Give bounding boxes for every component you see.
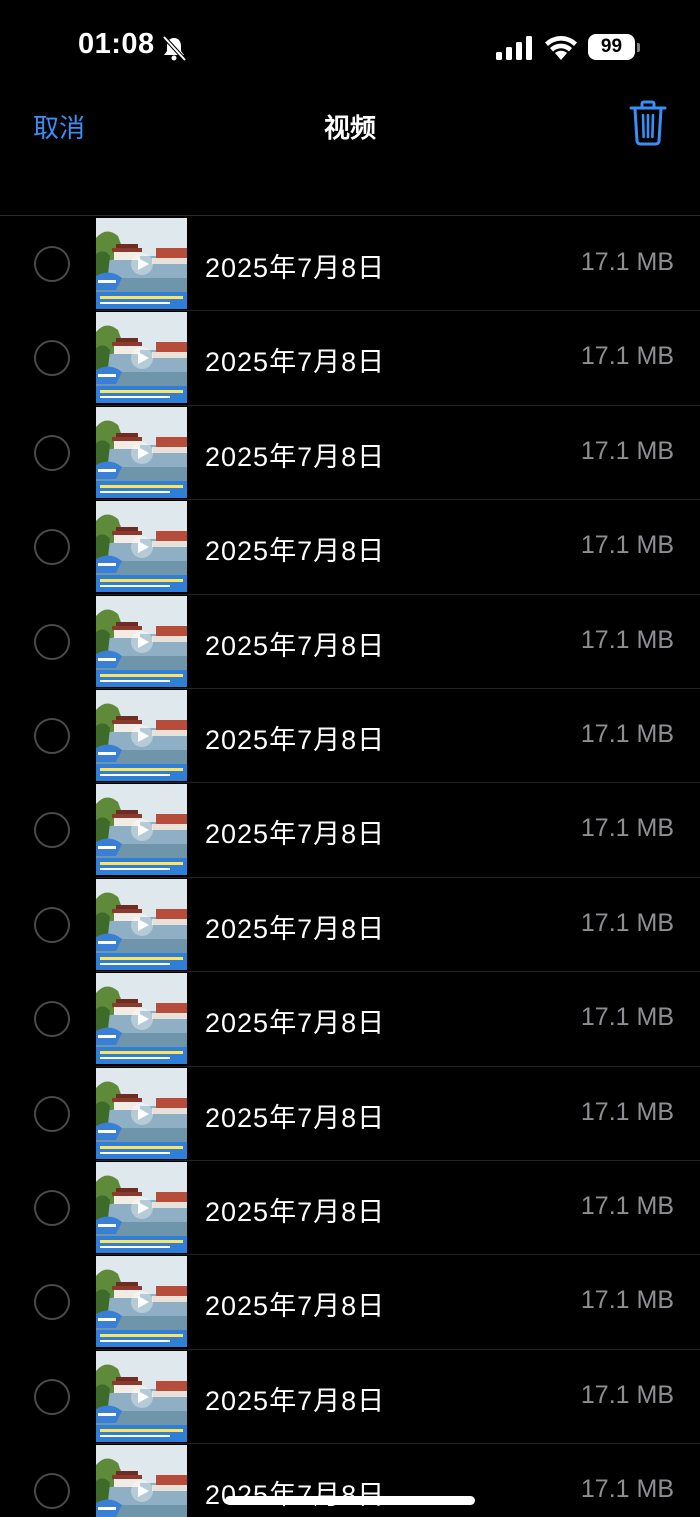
video-size: 17.1 MB: [580, 908, 674, 937]
video-date: 2025年7月8日: [205, 1196, 386, 1227]
screen: 01:08 99 取消 视频 2025年7月8日 17.1 MB 2025年7月…: [0, 0, 700, 1517]
battery-level: 99: [600, 36, 623, 57]
video-row[interactable]: 2025年7月8日 17.1 MB: [0, 311, 700, 407]
video-thumbnail: [96, 595, 187, 687]
video-thumbnail: [96, 1067, 187, 1159]
video-date: 2025年7月8日: [205, 1008, 386, 1039]
video-size: 17.1 MB: [580, 1286, 674, 1315]
select-circle[interactable]: [34, 340, 70, 377]
video-date: 2025年7月8日: [205, 441, 386, 472]
video-thumbnail-image: [96, 1350, 187, 1442]
video-size: 17.1 MB: [580, 436, 674, 465]
video-date: 2025年7月8日: [205, 1102, 386, 1133]
video-row[interactable]: 2025年7月8日 17.1 MB: [0, 1350, 700, 1445]
video-date: 2025年7月8日: [205, 630, 386, 661]
select-circle[interactable]: [34, 529, 70, 566]
nav-bar: 取消 视频: [0, 94, 700, 216]
video-date: 2025年7月8日: [205, 819, 386, 850]
video-row[interactable]: 2025年7月8日 17.1 MB: [0, 217, 700, 312]
video-thumbnail: [96, 689, 187, 781]
video-size: 17.1 MB: [580, 1475, 674, 1504]
select-circle[interactable]: [34, 434, 70, 471]
video-size: 17.1 MB: [580, 625, 674, 654]
video-thumbnail: [96, 1161, 187, 1253]
cellular-signal-icon: [496, 36, 532, 60]
select-circle[interactable]: [34, 1473, 70, 1510]
video-thumbnail-image: [96, 1445, 187, 1517]
video-thumbnail: [96, 973, 187, 1065]
video-date: 2025年7月8日: [205, 724, 386, 755]
video-thumbnail-image: [96, 501, 187, 593]
video-row[interactable]: 2025年7月8日 17.1 MB: [0, 689, 700, 784]
video-thumbnail: [96, 218, 187, 309]
select-circle[interactable]: [34, 1189, 70, 1226]
select-circle[interactable]: [34, 1284, 70, 1321]
video-row[interactable]: 2025年7月8日 17.1 MB: [0, 500, 700, 595]
status-bar: 01:08 99: [0, 0, 700, 94]
video-thumbnail-image: [96, 406, 187, 498]
video-size: 17.1 MB: [580, 719, 674, 748]
video-thumbnail-image: [96, 784, 187, 876]
video-thumbnail-image: [96, 878, 187, 970]
video-thumbnail: [96, 406, 187, 498]
video-thumbnail-image: [96, 218, 187, 309]
wifi-icon: [545, 36, 577, 60]
home-indicator[interactable]: [225, 1496, 475, 1505]
video-thumbnail-image: [96, 595, 187, 687]
select-circle[interactable]: [34, 906, 70, 943]
video-list[interactable]: 2025年7月8日 17.1 MB 2025年7月8日 17.1 MB 2025…: [0, 217, 700, 1517]
video-row[interactable]: 2025年7月8日 17.1 MB: [0, 1255, 700, 1351]
video-thumbnail: [96, 312, 187, 404]
video-row[interactable]: 2025年7月8日 17.1 MB: [0, 595, 700, 690]
select-circle[interactable]: [34, 1095, 70, 1132]
video-date: 2025年7月8日: [205, 536, 386, 567]
video-row[interactable]: 2025年7月8日 17.1 MB: [0, 878, 700, 973]
video-size: 17.1 MB: [580, 342, 674, 371]
trash-icon[interactable]: [628, 100, 668, 146]
video-size: 17.1 MB: [580, 814, 674, 843]
status-time: 01:08: [78, 28, 155, 60]
video-size: 17.1 MB: [580, 1097, 674, 1126]
video-row[interactable]: 2025年7月8日 17.1 MB: [0, 1161, 700, 1256]
video-date: 2025年7月8日: [205, 253, 386, 283]
video-row[interactable]: 2025年7月8日 17.1 MB: [0, 972, 700, 1067]
select-circle[interactable]: [34, 1001, 70, 1038]
video-size: 17.1 MB: [580, 248, 674, 276]
video-size: 17.1 MB: [580, 1191, 674, 1220]
video-size: 17.1 MB: [580, 1380, 674, 1409]
video-thumbnail-image: [96, 1161, 187, 1253]
video-row[interactable]: 2025年7月8日 17.1 MB: [0, 1444, 700, 1517]
video-date: 2025年7月8日: [205, 347, 386, 378]
select-circle[interactable]: [34, 246, 70, 282]
select-circle[interactable]: [34, 717, 70, 754]
video-thumbnail-image: [96, 1256, 187, 1348]
video-size: 17.1 MB: [580, 531, 674, 560]
battery-icon: 99: [588, 34, 640, 60]
video-row[interactable]: 2025年7月8日 17.1 MB: [0, 783, 700, 879]
video-date: 2025年7月8日: [205, 913, 386, 944]
video-date: 2025年7月8日: [205, 1385, 386, 1416]
video-thumbnail: [96, 1256, 187, 1348]
video-row[interactable]: 2025年7月8日 17.1 MB: [0, 1067, 700, 1162]
video-thumbnail: [96, 1350, 187, 1442]
video-date: 2025年7月8日: [205, 1473, 385, 1512]
video-thumbnail-image: [96, 689, 187, 781]
video-thumbnail: [96, 501, 187, 593]
video-date: 2025年7月8日: [205, 1291, 386, 1322]
select-circle[interactable]: [34, 1378, 70, 1415]
select-circle[interactable]: [34, 812, 70, 849]
video-row[interactable]: 2025年7月8日 17.1 MB: [0, 406, 700, 501]
select-circle[interactable]: [34, 623, 70, 660]
video-thumbnail: [96, 784, 187, 876]
video-thumbnail-image: [96, 973, 187, 1065]
page-title: 视频: [323, 113, 376, 143]
bell-slash-icon: [162, 35, 187, 62]
video-thumbnail: [96, 1445, 187, 1517]
video-thumbnail-image: [96, 1067, 187, 1159]
video-thumbnail: [96, 878, 187, 970]
video-size: 17.1 MB: [580, 1003, 674, 1032]
video-thumbnail-image: [96, 312, 187, 404]
